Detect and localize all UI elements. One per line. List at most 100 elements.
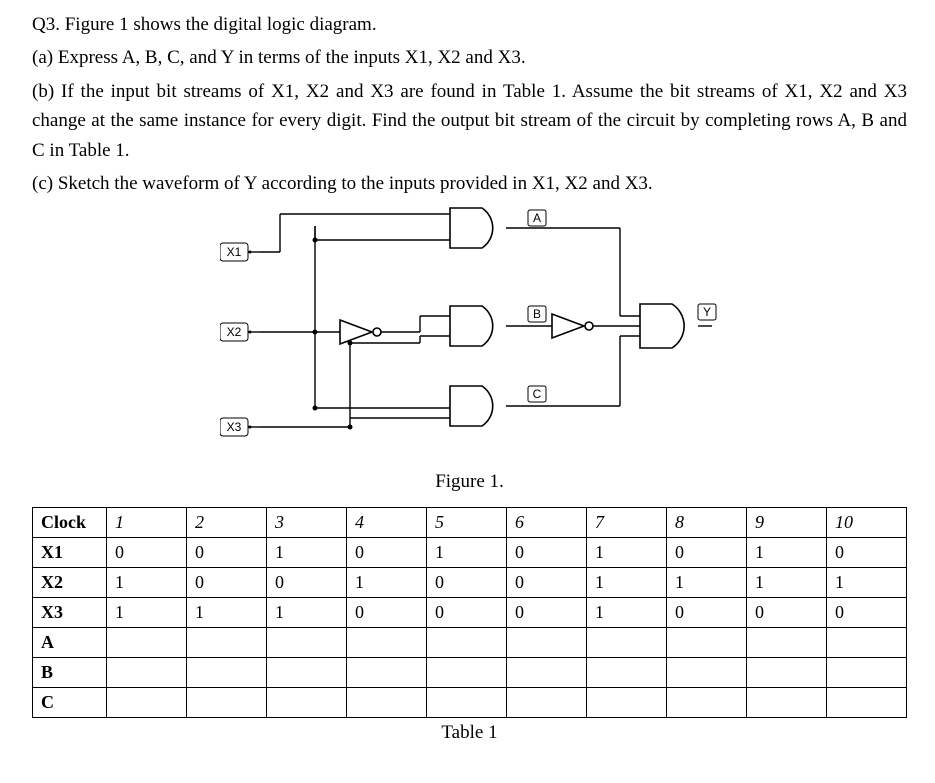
cell: [827, 627, 907, 657]
cell: [107, 627, 187, 657]
cell: [507, 687, 587, 717]
cell: 0: [667, 537, 747, 567]
cell: 1: [107, 567, 187, 597]
cell: [427, 657, 507, 687]
table-caption: Table 1: [32, 722, 907, 744]
cell: 1: [587, 597, 667, 627]
cell: 0: [107, 537, 187, 567]
node-a: A: [528, 210, 546, 226]
cell: [187, 627, 267, 657]
input-x1: X1: [220, 243, 248, 261]
and-gate-final: [640, 304, 684, 348]
node-b: B: [528, 306, 546, 322]
table-row-header: Clock 1 2 3 4 5 6 7 8 9 10: [33, 507, 907, 537]
cell: [507, 657, 587, 687]
table-row: C: [33, 687, 907, 717]
table-row: X3 1 1 1 0 0 0 1 0 0 0: [33, 597, 907, 627]
cell: [187, 657, 267, 687]
cell: 1: [587, 567, 667, 597]
cell: [747, 687, 827, 717]
cell: [827, 687, 907, 717]
cell: [827, 657, 907, 687]
cell: [587, 627, 667, 657]
cell-clock-6: 6: [507, 507, 587, 537]
cell: [667, 657, 747, 687]
cell: [747, 627, 827, 657]
cell: 1: [347, 567, 427, 597]
page: Q3. Figure 1 shows the digital logic dia…: [0, 0, 935, 783]
and-gate-mid: [450, 306, 493, 346]
cell: 1: [107, 597, 187, 627]
cell-clock-7: 7: [587, 507, 667, 537]
cell: 0: [507, 597, 587, 627]
cell: [267, 657, 347, 687]
q3-part-b: (b) If the input bit streams of X1, X2 a…: [32, 77, 907, 165]
logic-diagram: X1 X2 X3: [220, 203, 720, 463]
svg-text:Y: Y: [702, 305, 710, 319]
cell-clock-8: 8: [667, 507, 747, 537]
cell: 0: [507, 567, 587, 597]
node-y: Y: [698, 304, 716, 320]
cell: [267, 687, 347, 717]
cell: 1: [667, 567, 747, 597]
cell: 0: [827, 597, 907, 627]
cell: [667, 627, 747, 657]
and-gate-bot: [450, 386, 493, 426]
input-x2: X2: [220, 323, 248, 341]
cell-clock-5: 5: [427, 507, 507, 537]
cell: 0: [827, 537, 907, 567]
row-label: C: [33, 687, 107, 717]
q3-part-a: (a) Express A, B, C, and Y in terms of t…: [32, 43, 907, 72]
row-label: A: [33, 627, 107, 657]
table-1: Clock 1 2 3 4 5 6 7 8 9 10 X1 0 0 1 0 1 …: [32, 507, 907, 718]
cell: 0: [347, 537, 427, 567]
cell: 0: [267, 567, 347, 597]
figure-1: X1 X2 X3: [32, 203, 907, 493]
cell: [347, 657, 427, 687]
cell: 0: [667, 597, 747, 627]
table-row: A: [33, 627, 907, 657]
svg-text:X1: X1: [226, 245, 241, 259]
cell: [107, 657, 187, 687]
cell: [427, 687, 507, 717]
cell: [267, 627, 347, 657]
cell: 1: [747, 537, 827, 567]
cell: 1: [267, 597, 347, 627]
svg-text:X2: X2: [226, 325, 241, 339]
cell-clock-1: 1: [107, 507, 187, 537]
table-body: Clock 1 2 3 4 5 6 7 8 9 10 X1 0 0 1 0 1 …: [33, 507, 907, 717]
cell: 0: [347, 597, 427, 627]
cell-clock-4: 4: [347, 507, 427, 537]
cell: [667, 687, 747, 717]
cell: 1: [587, 537, 667, 567]
cell: [427, 627, 507, 657]
q3-intro: Q3. Figure 1 shows the digital logic dia…: [32, 10, 907, 39]
q3-part-c: (c) Sketch the waveform of Y according t…: [32, 169, 907, 198]
cell: 1: [267, 537, 347, 567]
cell-clock-3: 3: [267, 507, 347, 537]
cell: 0: [187, 567, 267, 597]
cell: [347, 687, 427, 717]
cell: 0: [427, 567, 507, 597]
cell-clock-9: 9: [747, 507, 827, 537]
cell: [107, 687, 187, 717]
row-label: X3: [33, 597, 107, 627]
junction-icon: [347, 424, 352, 429]
cell: 0: [507, 537, 587, 567]
not-gate-x2: [340, 320, 381, 344]
not-gate-b: [552, 314, 593, 338]
table-row: B: [33, 657, 907, 687]
cell: 0: [747, 597, 827, 627]
cell-clock-10: 10: [827, 507, 907, 537]
cell: 0: [187, 537, 267, 567]
and-gate-top: [450, 208, 493, 248]
node-c: C: [528, 386, 546, 402]
svg-text:X3: X3: [226, 420, 241, 434]
svg-text:B: B: [532, 307, 540, 321]
row-label: X1: [33, 537, 107, 567]
svg-text:A: A: [532, 211, 540, 225]
cell: 1: [827, 567, 907, 597]
cell: [587, 657, 667, 687]
cell: [587, 687, 667, 717]
cell-clock-2: 2: [187, 507, 267, 537]
